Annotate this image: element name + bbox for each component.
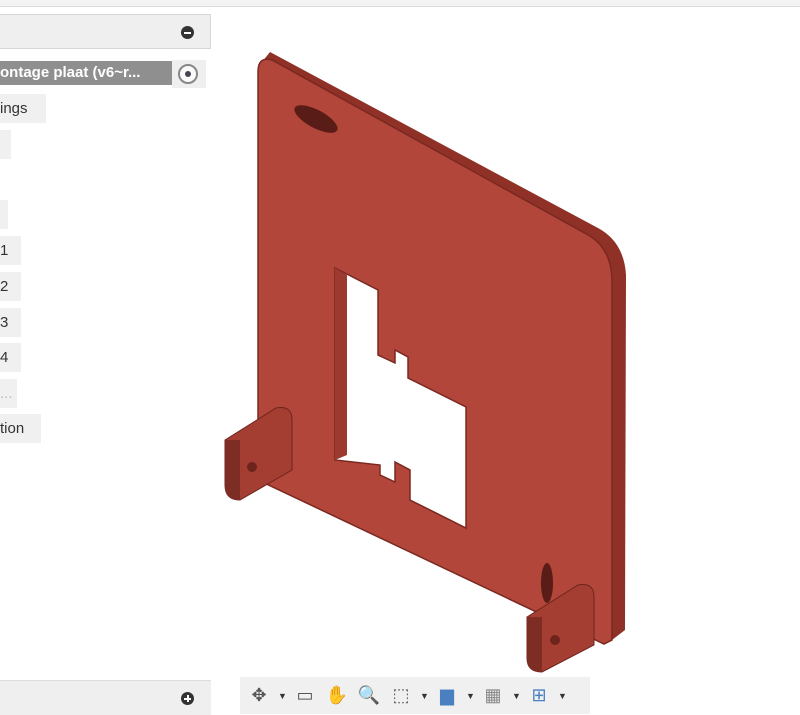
display-settings-icon[interactable]: ▆ bbox=[434, 685, 460, 706]
add-icon[interactable] bbox=[181, 692, 194, 705]
zoom-icon[interactable]: 🔍 bbox=[356, 685, 382, 706]
grid-settings-icon[interactable]: ▦ bbox=[480, 685, 506, 706]
chevron-down-icon[interactable]: ▼ bbox=[558, 691, 567, 701]
fit-icon[interactable]: ⬚ bbox=[388, 685, 414, 706]
chevron-down-icon[interactable]: ▼ bbox=[466, 691, 475, 701]
chevron-down-icon[interactable]: ▼ bbox=[420, 691, 429, 701]
navigation-toolbar: ✥ ▼ ▭ ✋ 🔍 ⬚ ▼ ▆ ▼ ▦ ▼ ⊞ ▼ bbox=[240, 677, 590, 714]
chevron-down-icon[interactable]: ▼ bbox=[512, 691, 521, 701]
chevron-down-icon[interactable]: ▼ bbox=[278, 691, 287, 701]
look-at-icon[interactable]: ▭ bbox=[292, 685, 318, 706]
comments-bar[interactable] bbox=[0, 680, 211, 715]
mounting-plate-model bbox=[224, 52, 626, 673]
orbit-icon[interactable]: ✥ bbox=[246, 685, 272, 706]
pan-icon[interactable]: ✋ bbox=[324, 685, 350, 706]
3d-model-viewport[interactable] bbox=[0, 0, 800, 714]
viewports-icon[interactable]: ⊞ bbox=[526, 685, 552, 706]
